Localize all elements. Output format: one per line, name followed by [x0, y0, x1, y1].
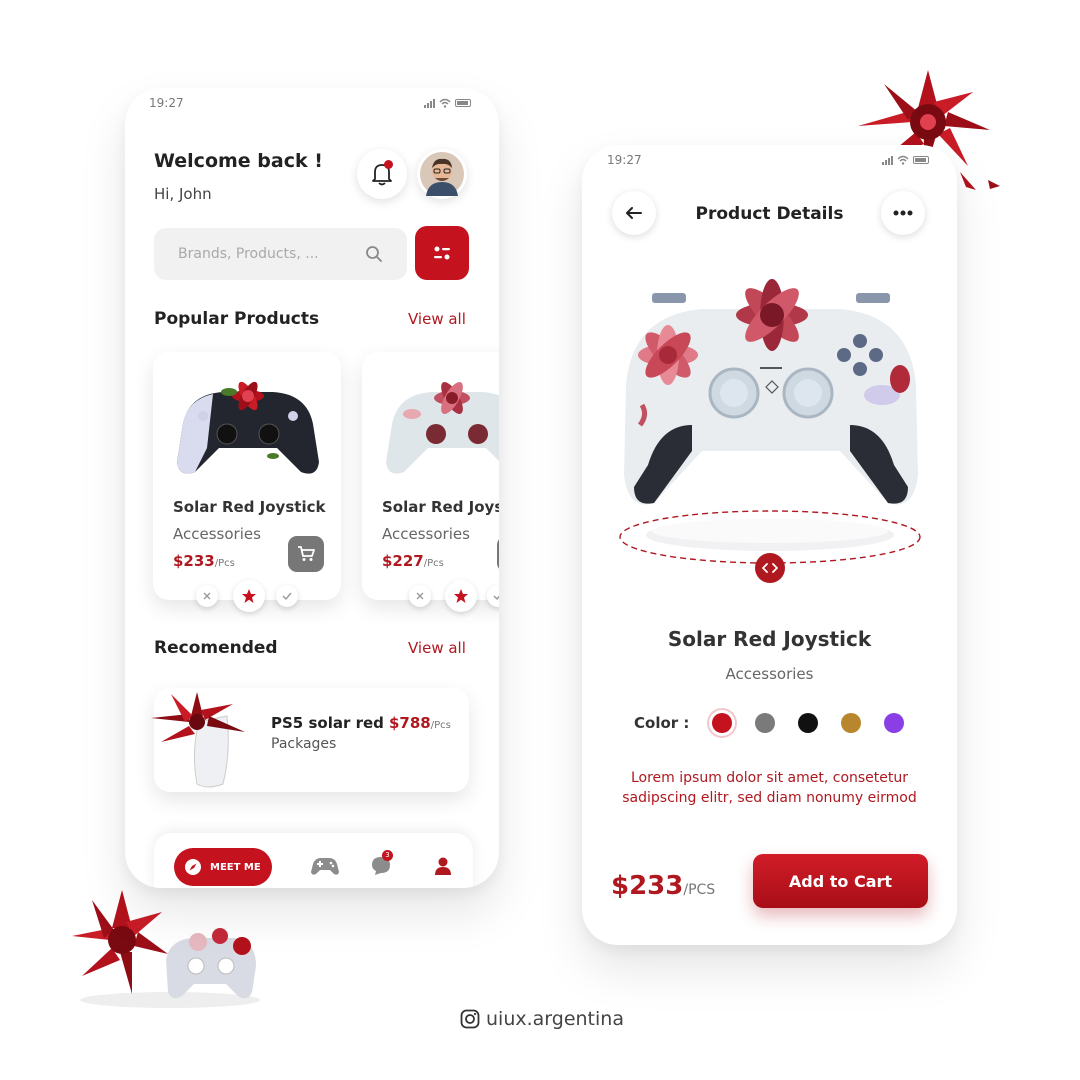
favorite-button[interactable] — [445, 580, 477, 612]
footer-handle: uiux.argentina — [486, 1008, 624, 1030]
recommended-item-category: Packages — [271, 736, 337, 752]
code-arrows-icon — [762, 563, 778, 573]
notification-button[interactable] — [357, 149, 407, 199]
product-name: Solar Red Joystick — [667, 627, 872, 651]
controller-image — [177, 381, 319, 474]
instagram-icon — [460, 1009, 480, 1029]
check-icon — [282, 592, 292, 600]
check-icon — [493, 595, 499, 600]
product-card[interactable]: Solar Red Joystick Accessories $233/Pcs — [153, 352, 341, 600]
product-name: Solar Red Joystick — [382, 498, 499, 516]
flower-controller-decoration — [72, 890, 260, 1008]
meet-me-label: MEET ME — [210, 861, 261, 873]
footer-credit: uiux.argentina — [460, 1008, 624, 1030]
status-time: 19:27 — [149, 96, 184, 110]
dislike-button[interactable] — [409, 585, 431, 607]
home-screen: 19:27 Welcome back ! Hi, John Popular Pr… — [125, 88, 499, 888]
star-icon — [454, 589, 468, 603]
product-category: Accessories — [173, 525, 261, 543]
dislike-button[interactable] — [196, 585, 218, 607]
recommended-item-name: PS5 solar red — [271, 714, 384, 732]
close-icon — [416, 592, 424, 600]
signal-icon — [882, 155, 893, 165]
add-to-cart-button[interactable]: Add to Cart — [753, 854, 928, 908]
more-dots-icon — [893, 210, 913, 216]
filter-button[interactable] — [415, 226, 469, 280]
color-swatch[interactable] — [755, 713, 775, 733]
product-price: $233/Pcs — [173, 552, 235, 570]
add-to-cart-button[interactable] — [288, 536, 324, 572]
color-swatch[interactable] — [841, 713, 861, 733]
wifi-icon — [439, 98, 451, 108]
product-category: Accessories — [725, 665, 814, 683]
user-icon[interactable] — [434, 856, 452, 876]
popular-view-all-link[interactable]: View all — [408, 310, 466, 328]
product-category: Accessories — [382, 525, 470, 543]
search-icon[interactable] — [365, 245, 383, 263]
product-details-screen: 19:27 Product Details Solar Red Joystick… — [582, 145, 957, 945]
bottom-nav: MEET ME 3 — [154, 833, 473, 888]
welcome-heading: Welcome back ! — [154, 150, 323, 172]
status-icons — [424, 98, 471, 108]
wifi-icon — [897, 155, 909, 165]
color-swatch[interactable] — [712, 713, 732, 733]
compass-icon — [185, 859, 201, 875]
product-price: $233/PCS — [611, 871, 716, 901]
gamepad-icon[interactable] — [310, 856, 340, 876]
filter-icon — [434, 246, 450, 260]
recommended-title: Recomended — [154, 638, 278, 658]
status-icons — [882, 155, 929, 165]
avatar — [420, 152, 464, 196]
color-swatch[interactable] — [884, 713, 904, 733]
meet-me-button[interactable]: MEET ME — [174, 848, 272, 886]
check-button[interactable] — [276, 585, 298, 607]
product-card[interactable]: Solar Red Joystick Accessories $227/Pcs — [362, 352, 499, 600]
star-icon — [242, 589, 256, 603]
color-swatch[interactable] — [798, 713, 818, 733]
user-greeting: Hi, John — [154, 185, 212, 203]
controller-image — [386, 382, 499, 474]
chat-nav-item[interactable]: 3 — [370, 850, 393, 881]
cart-icon — [298, 546, 315, 561]
check-button[interactable] — [487, 585, 499, 607]
profile-avatar[interactable] — [417, 149, 467, 199]
add-to-cart-button[interactable] — [497, 536, 499, 572]
color-label: Color : — [634, 714, 690, 732]
battery-icon — [455, 99, 471, 107]
recommended-view-all-link[interactable]: View all — [408, 639, 466, 657]
product-hero-image — [619, 279, 921, 564]
notification-dot — [384, 160, 393, 169]
product-price: $227/Pcs — [382, 552, 444, 570]
close-icon — [203, 592, 211, 600]
favorite-button[interactable] — [233, 580, 265, 612]
chat-badge: 3 — [382, 850, 393, 861]
product-description: Lorem ipsum dolor sit amet, consetetur s… — [622, 770, 917, 806]
recommended-item-image — [151, 692, 245, 788]
rotate-view-button[interactable] — [755, 553, 785, 583]
battery-icon — [913, 156, 929, 164]
signal-icon — [424, 98, 435, 108]
more-options-button[interactable] — [881, 191, 925, 235]
recommended-item-price: $788/Pcs — [389, 714, 451, 732]
product-name: Solar Red Joystick — [173, 498, 326, 516]
status-time: 19:27 — [607, 153, 642, 167]
popular-products-title: Popular Products — [154, 309, 320, 329]
